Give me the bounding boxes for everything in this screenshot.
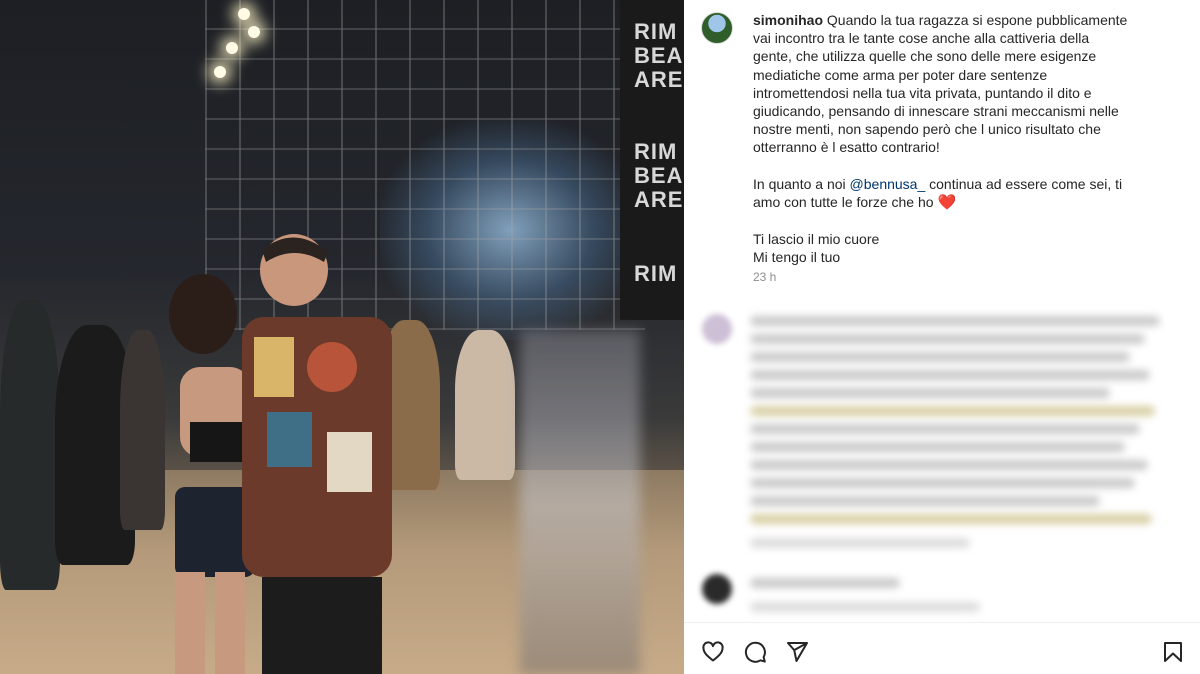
caption-text: continua ad essere come sei, ti [925, 175, 1123, 192]
caption-line: Mi tengo il tuo [753, 249, 841, 266]
blurred-passerby [520, 330, 640, 674]
banner-text: RIM [634, 261, 678, 286]
caption-line: nostre menti, non sapendo però che l uni… [753, 121, 1101, 138]
caption-text: amo con tutte le forze che ho [753, 193, 934, 210]
caption-line: otterranno è l esatto contrario! [753, 139, 940, 156]
bookmark-icon[interactable] [1160, 639, 1186, 665]
comment-meta [750, 602, 980, 612]
banner-text: ARE [634, 187, 684, 212]
comment-icon[interactable] [742, 639, 768, 665]
comment-line [750, 370, 1150, 380]
spotlight [226, 42, 238, 54]
caption-line: Ti lascio il mio cuore [753, 231, 880, 248]
comment-line [750, 478, 1135, 488]
comment-line [750, 406, 1155, 416]
heart-emoji: ❤️ [937, 193, 957, 211]
caption-line: intromettendosi nella tua vita privata, … [753, 84, 1092, 101]
comment-line [750, 442, 1125, 452]
spotlight [214, 66, 226, 78]
comment-line [750, 316, 1160, 326]
post-timestamp[interactable]: 23 h [753, 270, 776, 284]
banner-text: BEA [634, 163, 684, 188]
caption-line: mediatiche come arma per poter dare sent… [753, 66, 1048, 83]
spotlight [238, 8, 250, 20]
comment-line [750, 424, 1140, 434]
comment-avatar [702, 314, 732, 344]
comment-line [750, 514, 1152, 524]
post-photo[interactable]: RIM BEA ARE RIM BEA ARE RIM [0, 0, 684, 674]
caption-line: giudicando, pensando di innescare strani… [753, 103, 1119, 120]
comment-line [750, 334, 1145, 344]
comment-line [750, 388, 1110, 398]
banner-text: RIM [634, 139, 678, 164]
comment-line [750, 578, 900, 588]
caption-line: gente, che utilizza quelle che sono dell… [753, 48, 1097, 65]
comment-line [750, 460, 1148, 470]
crowd-person [0, 300, 60, 590]
send-icon[interactable] [784, 639, 810, 665]
comment-line [750, 496, 1100, 506]
mention-link[interactable]: @bennusa_ [850, 176, 926, 192]
comment-line [750, 352, 1130, 362]
action-bar [684, 622, 1200, 674]
post-caption: simonihao Quando la tua ragazza si espon… [753, 11, 1173, 266]
caption-line: vai incontro tra le tante cose anche all… [753, 30, 1090, 47]
crowd-person [455, 330, 515, 480]
spotlight [248, 26, 260, 38]
caption-line: Quando la tua ragazza si espone pubblica… [826, 12, 1128, 28]
comment-meta [750, 538, 970, 548]
comment-avatar [702, 574, 732, 604]
banner-text: BEA [634, 43, 684, 68]
banner-text: RIM [634, 19, 678, 44]
post-side-panel: simonihao Quando la tua ragazza si espon… [684, 0, 1200, 674]
username-link[interactable]: simonihao [753, 12, 823, 28]
man-figure [242, 234, 392, 674]
avatar[interactable] [701, 12, 733, 44]
blurred-comments [684, 300, 1200, 630]
banner-text: ARE [634, 67, 684, 92]
caption-text: In quanto a noi [753, 175, 850, 192]
heart-icon[interactable] [700, 639, 726, 665]
